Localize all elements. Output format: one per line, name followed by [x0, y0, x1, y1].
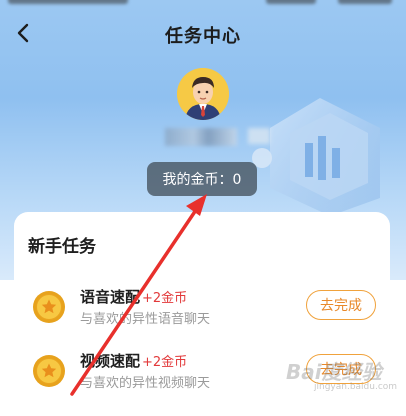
coin-icon [33, 291, 65, 323]
status-bar [0, 0, 406, 6]
task-title: 语音速配 +2金币 [80, 288, 188, 306]
username-blurred [165, 128, 237, 146]
username-blurred-tail [248, 128, 270, 144]
page-title: 任务中心 [165, 26, 241, 47]
decorative-illustration [252, 98, 380, 216]
task-description: 与喜欢的异性视频聊天 [80, 376, 211, 391]
task-item-voice-match: 语音速配 +2金币 与喜欢的异性语音聊天 去完成 [28, 284, 376, 336]
task-reward: +2金币 [142, 291, 188, 306]
task-description: 与喜欢的异性语音聊天 [80, 312, 211, 327]
user-avatar-icon [177, 68, 229, 120]
coin-icon [33, 355, 65, 387]
complete-task-button[interactable]: 去完成 [306, 290, 376, 320]
task-reward: +2金币 [142, 355, 188, 370]
avatar[interactable] [177, 68, 229, 120]
my-coins-badge[interactable]: 我的金币：0 [147, 162, 257, 196]
watermark: Bai度经验 jingyan.baidu.com [286, 360, 398, 392]
task-title: 视频速配 +2金币 [80, 352, 188, 370]
section-title: 新手任务 [28, 237, 96, 257]
